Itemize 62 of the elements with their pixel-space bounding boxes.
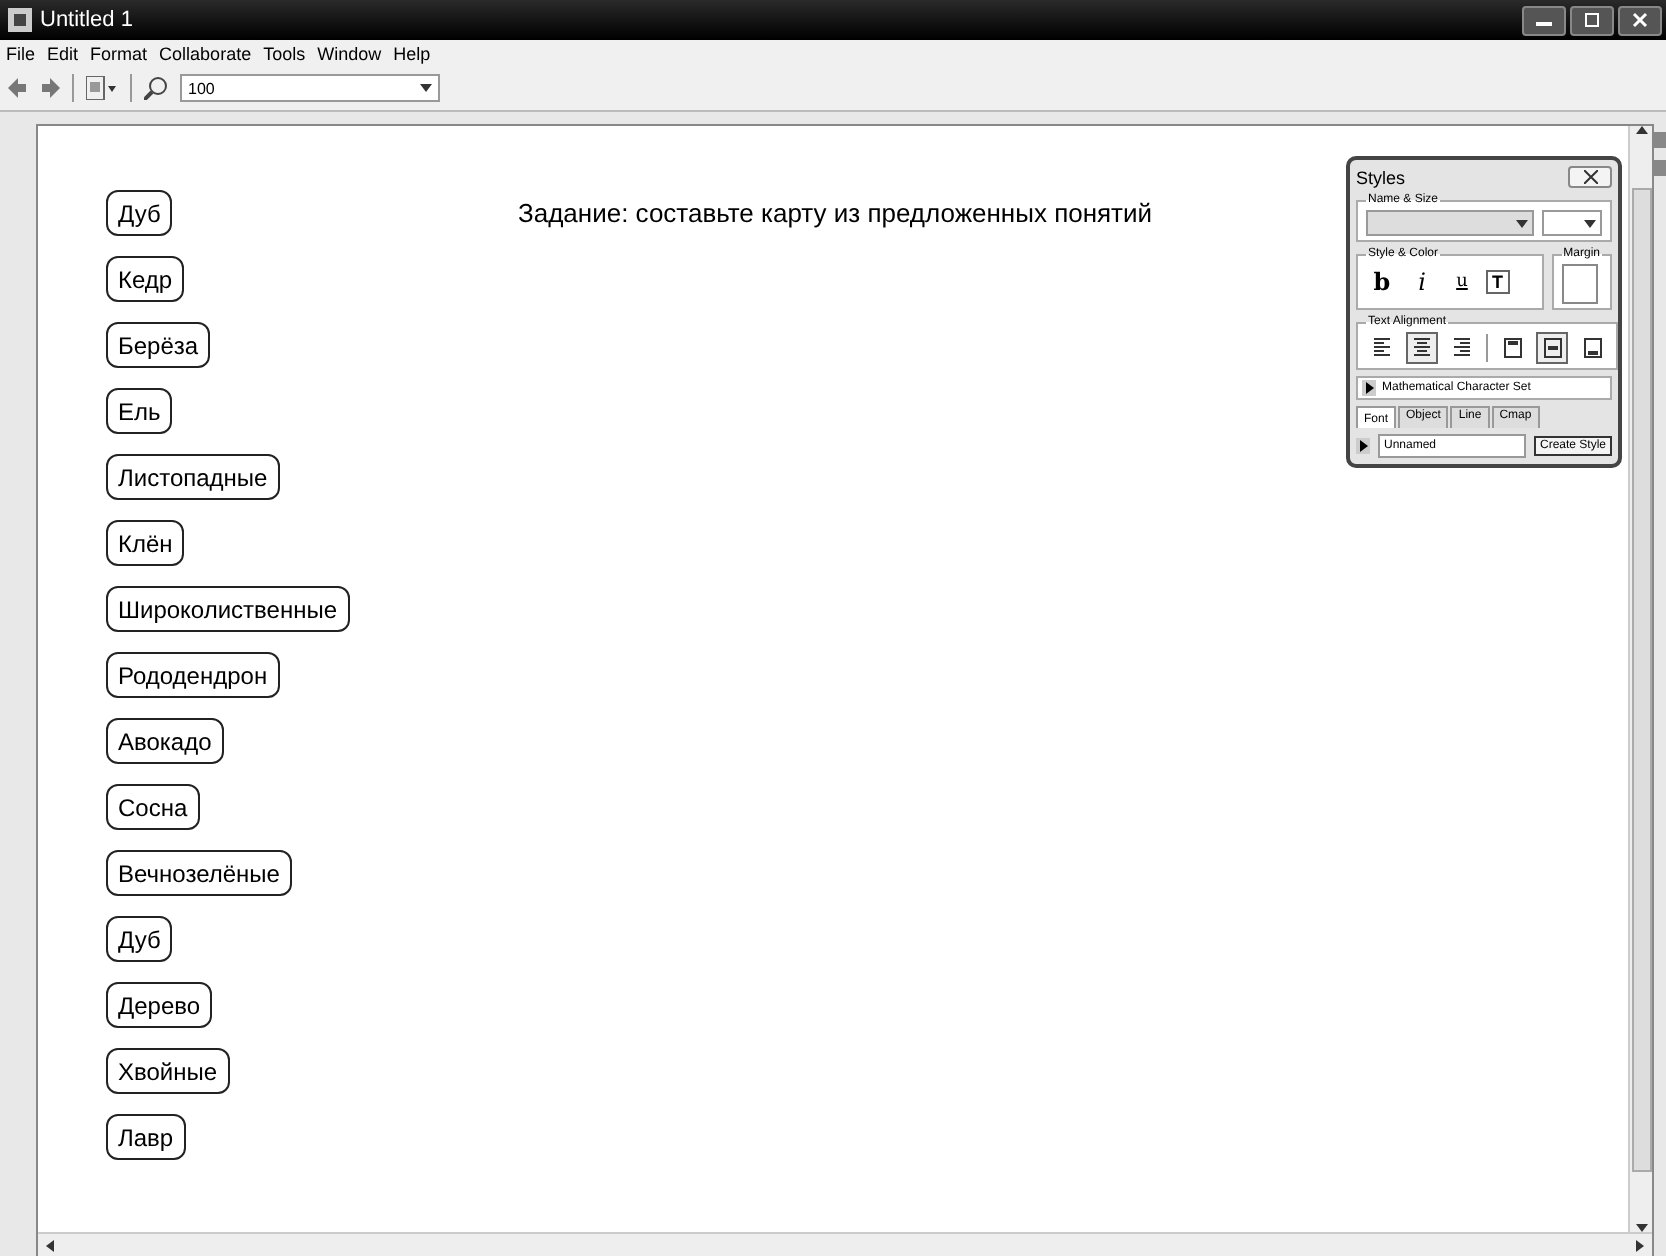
concept-node[interactable]: Сосна: [106, 784, 200, 830]
align-button[interactable]: [1406, 332, 1438, 364]
concept-node[interactable]: Ель: [106, 388, 173, 434]
caret-icon: [420, 84, 432, 92]
text-color-button[interactable]: T: [1486, 270, 1509, 294]
align-center-icon: [1414, 338, 1430, 358]
forward-icon[interactable]: [40, 78, 60, 98]
margin-field[interactable]: [1561, 264, 1598, 304]
menu-item[interactable]: Help: [391, 43, 433, 63]
concept-node[interactable]: Рододендрон: [106, 652, 280, 698]
concept-node[interactable]: Авокадо: [106, 718, 224, 764]
caret-icon: [1584, 219, 1596, 227]
view-menu-icon[interactable]: [86, 76, 118, 100]
minimize-button[interactable]: [1522, 5, 1566, 35]
close-icon: [1583, 170, 1597, 184]
align-bottom-icon: [1583, 338, 1601, 358]
maximize-icon: [1584, 12, 1600, 28]
vertical-scrollbar[interactable]: [1628, 126, 1652, 1232]
maximize-button[interactable]: [1570, 5, 1614, 35]
menu-item[interactable]: Edit: [45, 43, 81, 63]
concept-node[interactable]: Клён: [106, 520, 185, 566]
concept-node[interactable]: Кедр: [106, 256, 185, 302]
style-button[interactable]: u: [1446, 264, 1478, 300]
align-right-icon: [1454, 338, 1470, 358]
style-button[interactable]: i: [1406, 264, 1438, 300]
align-top-icon: [1503, 338, 1521, 358]
horizontal-scrollbar[interactable]: [38, 1232, 1652, 1256]
expand-icon[interactable]: [1356, 438, 1370, 454]
size-dropdown[interactable]: [1542, 210, 1602, 236]
menu-item[interactable]: Tools: [261, 43, 308, 63]
scroll-up-icon[interactable]: [1635, 126, 1647, 134]
align-middle-icon: [1543, 338, 1561, 358]
concept-node[interactable]: Широколиственные: [106, 586, 350, 632]
scroll-right-icon[interactable]: [1636, 1239, 1644, 1251]
concept-node[interactable]: Берёза: [106, 322, 211, 368]
menu-item[interactable]: File: [4, 43, 38, 63]
valign-button[interactable]: [1536, 332, 1568, 364]
zoom-field[interactable]: 100: [180, 74, 440, 102]
caret-icon: [1516, 219, 1528, 227]
panel-title: Styles: [1356, 167, 1406, 187]
close-button[interactable]: [1568, 166, 1612, 188]
menu-item[interactable]: Format: [88, 43, 150, 63]
app-icon: [8, 8, 32, 32]
menu-item[interactable]: Window: [315, 43, 384, 63]
close-button[interactable]: [1618, 5, 1662, 35]
style-button[interactable]: b: [1366, 264, 1398, 300]
zoom-icon[interactable]: [144, 76, 168, 100]
align-left-icon: [1374, 338, 1390, 358]
window-title: Untitled 1: [40, 8, 133, 32]
concept-node[interactable]: Хвойные: [106, 1048, 230, 1094]
back-icon[interactable]: [8, 78, 28, 98]
menu-item[interactable]: Collaborate: [157, 43, 254, 63]
concept-node[interactable]: Дуб: [106, 916, 173, 962]
concept-node[interactable]: Дерево: [106, 982, 213, 1028]
scroll-left-icon[interactable]: [46, 1239, 54, 1251]
concept-node[interactable]: Вечнозелёные: [106, 850, 292, 896]
expand-icon: [1362, 380, 1376, 396]
concept-node[interactable]: Лавр: [106, 1114, 186, 1160]
task-text: Задание: составьте карту из предложенных понятий: [518, 198, 1153, 228]
concept-node[interactable]: Дуб: [106, 190, 173, 236]
close-icon: [1632, 12, 1648, 28]
concept-node[interactable]: Листопадные: [106, 454, 280, 500]
